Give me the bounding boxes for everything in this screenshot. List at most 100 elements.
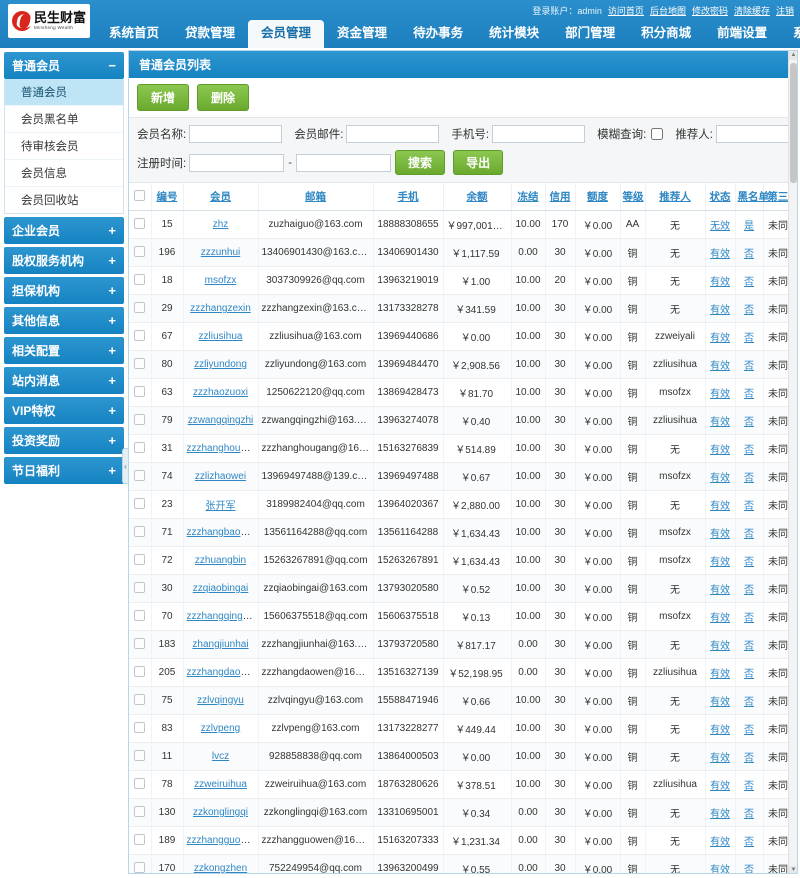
member-link[interactable]: zzkongzhen bbox=[194, 863, 247, 873]
status-badge[interactable]: 有效 bbox=[710, 753, 730, 764]
member-link[interactable]: zzzhangzexin bbox=[190, 303, 251, 314]
table-row[interactable]: 170 zzkongzhen 752249954@qq.com 13963200499… bbox=[129, 854, 797, 873]
row-select-cell[interactable] bbox=[129, 854, 152, 873]
row-select-cell[interactable] bbox=[129, 490, 152, 519]
member-link[interactable]: zzweiruihua bbox=[194, 779, 247, 790]
scroll-up-icon[interactable]: ▲ bbox=[789, 51, 797, 60]
cell-member[interactable]: zzqiaobingai bbox=[183, 574, 259, 603]
table-row[interactable]: 205 zzzhangdaowen zzzhangdaowen@163.com 135… bbox=[129, 658, 797, 687]
member-link[interactable]: msofzx bbox=[205, 275, 237, 286]
header-blacklist[interactable]: 黑名单 bbox=[735, 183, 769, 211]
blacklist-toggle[interactable]: 否 bbox=[744, 445, 754, 456]
member-link[interactable]: zzzhangqingzhang bbox=[187, 611, 258, 622]
link-logout[interactable]: 注销 bbox=[776, 6, 794, 16]
cell-member[interactable]: zhangjiunhai bbox=[183, 630, 259, 659]
select-all-checkbox[interactable] bbox=[134, 189, 146, 201]
row-checkbox[interactable] bbox=[134, 217, 146, 229]
cell-member[interactable]: zzwangqingzhi bbox=[183, 406, 259, 435]
table-row[interactable]: 189 zzzhangguowen zzzhangguowen@163.com 151… bbox=[129, 826, 797, 855]
cell-member[interactable]: zzhuangbin bbox=[183, 546, 259, 575]
nav-item-statistics[interactable]: 统计模块 bbox=[476, 20, 552, 47]
select-all-header[interactable] bbox=[129, 183, 152, 211]
blacklist-toggle[interactable]: 否 bbox=[744, 417, 754, 428]
blacklist-toggle[interactable]: 否 bbox=[744, 613, 754, 624]
header-frozen[interactable]: 冻结 bbox=[511, 183, 546, 211]
row-checkbox[interactable] bbox=[134, 805, 146, 817]
status-badge[interactable]: 有效 bbox=[710, 473, 730, 484]
table-row[interactable]: 70zzzhangqingzhang15606375518@qq.com1560… bbox=[129, 602, 797, 631]
row-select-cell[interactable] bbox=[129, 518, 152, 547]
header-referrer[interactable]: 推荐人 bbox=[645, 183, 706, 211]
blacklist-toggle[interactable]: 否 bbox=[744, 305, 754, 316]
cell-status[interactable]: 有效 bbox=[705, 854, 736, 873]
header-balance[interactable]: 余额 bbox=[443, 183, 512, 211]
row-select-cell[interactable] bbox=[129, 350, 152, 379]
member-link[interactable]: zzzhanghougang bbox=[187, 443, 258, 454]
row-checkbox[interactable] bbox=[134, 413, 146, 425]
member-name-input[interactable] bbox=[189, 125, 283, 143]
row-checkbox[interactable] bbox=[134, 777, 146, 789]
row-checkbox[interactable] bbox=[134, 357, 146, 369]
vertical-scrollbar[interactable]: ▲ ▼ bbox=[788, 51, 797, 873]
row-checkbox[interactable] bbox=[134, 581, 146, 593]
member-link[interactable]: zzzunhui bbox=[201, 247, 240, 258]
cell-member[interactable]: zzkongzhen bbox=[183, 854, 259, 873]
status-badge[interactable]: 无效 bbox=[710, 221, 730, 232]
row-select-cell[interactable] bbox=[129, 378, 152, 407]
status-badge[interactable]: 有效 bbox=[710, 725, 730, 736]
cell-blacklist[interactable]: 否 bbox=[735, 546, 764, 575]
table-row[interactable]: 67 zzliusihua zzliusihua@163.com 1396944068… bbox=[129, 322, 797, 351]
row-select-cell[interactable] bbox=[129, 714, 152, 743]
member-link[interactable]: zzlizhaowei bbox=[195, 471, 246, 482]
table-row[interactable]: 80 zzliyundong zzliyundong@163.com 13969484… bbox=[129, 350, 797, 379]
row-checkbox[interactable] bbox=[134, 441, 146, 453]
sidebar-item-normal-member[interactable]: 普通会员 bbox=[5, 79, 123, 106]
nav-item-todo[interactable]: 待办事务 bbox=[400, 20, 476, 47]
cell-member[interactable]: zzzhangqingzhang bbox=[183, 602, 259, 631]
header-email[interactable]: 邮箱 bbox=[258, 183, 374, 211]
header-status[interactable]: 状态 bbox=[705, 183, 736, 211]
cell-status[interactable]: 有效 bbox=[705, 238, 736, 267]
status-badge[interactable]: 有效 bbox=[710, 445, 730, 456]
status-badge[interactable]: 有效 bbox=[710, 865, 730, 873]
nav-item-home[interactable]: 系统首页 bbox=[96, 20, 172, 47]
member-link[interactable]: zzliyundong bbox=[194, 359, 247, 370]
cell-blacklist[interactable]: 否 bbox=[735, 378, 764, 407]
row-select-cell[interactable] bbox=[129, 770, 152, 799]
header-member[interactable]: 会员 bbox=[183, 183, 259, 211]
status-badge[interactable]: 有效 bbox=[710, 557, 730, 568]
member-link[interactable]: zzwangqingzhi bbox=[188, 415, 254, 426]
cell-status[interactable]: 有效 bbox=[705, 462, 736, 491]
member-link[interactable]: zzliusihua bbox=[199, 331, 243, 342]
status-badge[interactable]: 有效 bbox=[710, 837, 730, 848]
cell-status[interactable]: 无效 bbox=[705, 210, 736, 239]
row-select-cell[interactable] bbox=[129, 210, 152, 239]
cell-member[interactable]: zzlizhaowei bbox=[183, 462, 259, 491]
table-row[interactable]: 15 zhz zuzhaiguo@163.com 18888308655 ￥997,00… bbox=[129, 210, 797, 239]
cell-blacklist[interactable]: 否 bbox=[735, 686, 764, 715]
logo[interactable]: 民生财富 Minsheng Wealth bbox=[8, 4, 90, 38]
nav-item-member[interactable]: 会员管理 bbox=[248, 20, 325, 48]
blacklist-toggle[interactable]: 否 bbox=[744, 473, 754, 484]
cell-blacklist[interactable]: 否 bbox=[735, 462, 764, 491]
scroll-down-icon[interactable]: ▼ bbox=[789, 866, 797, 873]
row-checkbox[interactable] bbox=[134, 469, 146, 481]
cell-blacklist[interactable]: 否 bbox=[735, 434, 764, 463]
cell-status[interactable]: 有效 bbox=[705, 322, 736, 351]
cell-blacklist[interactable]: 否 bbox=[735, 742, 764, 771]
register-time-from-input[interactable] bbox=[189, 153, 285, 172]
cell-member[interactable]: zzzhanghougang bbox=[183, 434, 259, 463]
blacklist-toggle[interactable]: 否 bbox=[744, 277, 754, 288]
status-badge[interactable]: 有效 bbox=[710, 809, 730, 820]
cell-blacklist[interactable]: 是 bbox=[735, 210, 764, 239]
status-badge[interactable]: 有效 bbox=[710, 641, 730, 652]
member-link[interactable]: zzlvpeng bbox=[201, 723, 240, 734]
cell-blacklist[interactable]: 否 bbox=[735, 854, 764, 873]
blacklist-toggle[interactable]: 否 bbox=[744, 333, 754, 344]
referrer-input[interactable] bbox=[716, 125, 797, 143]
status-badge[interactable]: 有效 bbox=[710, 305, 730, 316]
cell-member[interactable]: zzlvpeng bbox=[183, 714, 259, 743]
member-link[interactable]: zzlvqingyu bbox=[197, 695, 244, 706]
status-badge[interactable]: 有效 bbox=[710, 361, 730, 372]
cell-blacklist[interactable]: 否 bbox=[735, 350, 764, 379]
